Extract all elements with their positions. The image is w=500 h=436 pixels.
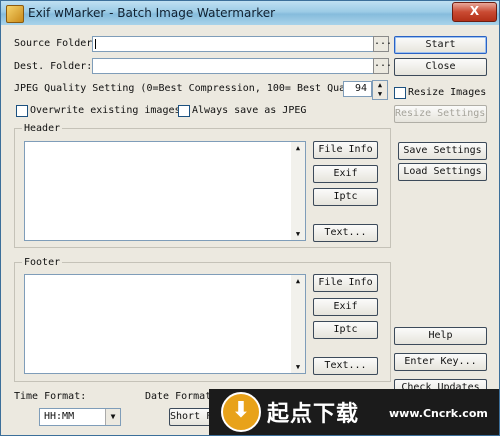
source-browse-button[interactable]: ... [373, 36, 392, 52]
jpeg-quality-value: 94 [354, 83, 367, 94]
footer-scrollbar[interactable]: ▲ ▼ [291, 275, 305, 373]
header-label: Header [22, 123, 63, 134]
jpeg-quality-spinner[interactable]: ▲ ▼ [372, 80, 388, 100]
scroll-down-icon[interactable]: ▼ [291, 361, 305, 373]
header-text-button[interactable]: Text... [313, 224, 378, 242]
load-settings-button[interactable]: Load Settings [398, 163, 487, 181]
time-format-select[interactable]: HH:MM ▼ [39, 408, 121, 426]
spin-down-icon[interactable]: ▼ [373, 90, 387, 99]
source-folder-input[interactable] [92, 36, 375, 52]
dest-browse-button[interactable]: ... [373, 58, 392, 74]
enter-key-button[interactable]: Enter Key... [394, 353, 487, 371]
footer-file-info-button[interactable]: File Info [313, 274, 378, 292]
window-title: Exif wMarker - Batch Image Watermarker [28, 6, 276, 20]
resize-settings-button[interactable]: Resize Settings... [394, 105, 487, 123]
header-scrollbar[interactable]: ▲ ▼ [291, 142, 305, 240]
time-format-value: HH:MM [44, 411, 75, 422]
overwrite-label: Overwrite existing images [30, 105, 181, 116]
footer-text-area[interactable]: ▲ ▼ [24, 274, 306, 374]
header-iptc-button[interactable]: Iptc [313, 188, 378, 206]
title-bar: Exif wMarker - Batch Image Watermarker X [1, 1, 499, 25]
time-format-label: Time Format: [14, 391, 87, 402]
watermark-brand: 起点下载 [267, 402, 360, 427]
start-button[interactable]: Start [394, 36, 487, 54]
jpeg-quality-label: JPEG Quality Setting (0=Best Compression… [14, 83, 382, 94]
scroll-up-icon[interactable]: ▲ [291, 142, 305, 154]
scroll-up-icon[interactable]: ▲ [291, 275, 305, 287]
source-folder-label: Source Folder: [14, 38, 99, 49]
app-icon [6, 5, 24, 23]
always-jpeg-label: Always save as JPEG [192, 105, 307, 116]
download-arrow-icon: ⬇ [221, 392, 261, 432]
footer-label: Footer [22, 257, 63, 268]
close-button[interactable]: Close [394, 58, 487, 76]
header-exif-button[interactable]: Exif [313, 165, 378, 183]
save-settings-button[interactable]: Save Settings [398, 142, 487, 160]
app-window: Exif wMarker - Batch Image Watermarker X… [0, 0, 500, 436]
window-close-button[interactable]: X [452, 2, 497, 22]
resize-images-label: Resize Images [408, 87, 487, 98]
always-jpeg-checkbox[interactable] [178, 105, 190, 117]
overwrite-checkbox[interactable] [16, 105, 28, 117]
date-format-label: Date Format: [145, 391, 218, 402]
watermark-banner: ⬇ 起点下载 www.Cncrk.com [209, 389, 499, 435]
dest-folder-input[interactable] [92, 58, 375, 74]
footer-iptc-button[interactable]: Iptc [313, 321, 378, 339]
help-button[interactable]: Help [394, 327, 487, 345]
header-file-info-button[interactable]: File Info [313, 141, 378, 159]
watermark-url: www.Cncrk.com [389, 407, 488, 420]
footer-text-button[interactable]: Text... [313, 357, 378, 375]
jpeg-quality-input[interactable]: 94 [343, 81, 372, 97]
spin-up-icon[interactable]: ▲ [373, 81, 387, 90]
header-text-area[interactable]: ▲ ▼ [24, 141, 306, 241]
resize-images-checkbox[interactable] [394, 87, 406, 99]
text-caret [95, 39, 96, 49]
dest-folder-label: Dest. Folder: [14, 61, 93, 72]
chevron-down-icon[interactable]: ▼ [105, 409, 120, 425]
footer-exif-button[interactable]: Exif [313, 298, 378, 316]
scroll-down-icon[interactable]: ▼ [291, 228, 305, 240]
